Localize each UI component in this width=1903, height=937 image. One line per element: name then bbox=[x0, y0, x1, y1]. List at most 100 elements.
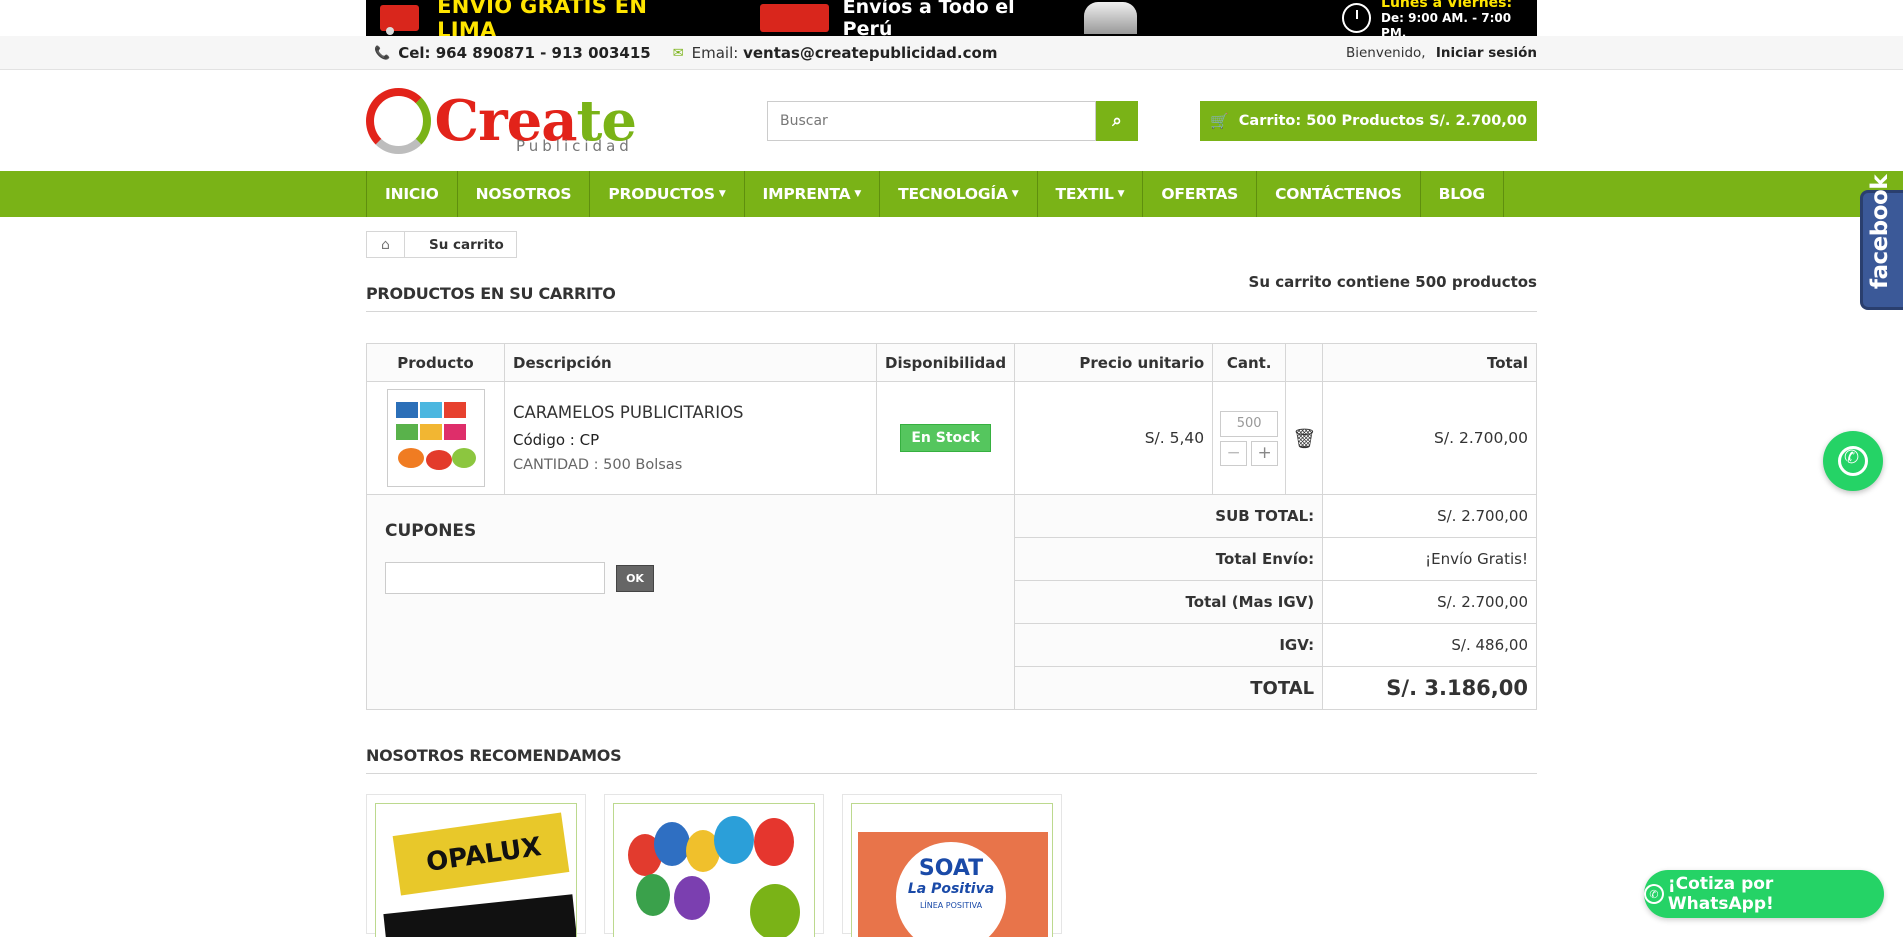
cart-icon: 🛒 bbox=[1210, 111, 1229, 130]
phone-text: Cel: 964 890871 - 913 003415 bbox=[398, 44, 651, 62]
chevron-down-icon: ▼ bbox=[1011, 189, 1019, 199]
total-igv-label: Total (Mas IGV) bbox=[1014, 580, 1324, 624]
nav-label: IMPRENTA bbox=[762, 185, 851, 203]
breadcrumb: ⌂ Su carrito bbox=[366, 231, 517, 258]
cart-table: Producto Descripción Disponibilidad Prec… bbox=[365, 343, 1537, 710]
envelope-icon: ✉ bbox=[672, 45, 684, 61]
product-thumbnail[interactable] bbox=[386, 389, 485, 487]
clock-icon bbox=[1341, 3, 1372, 33]
promo-banner[interactable]: ENVÍO GRATIS EN LIMA Envíos a Todo el Pe… bbox=[366, 0, 1537, 36]
coupon-ok-button[interactable]: OK bbox=[616, 564, 654, 592]
nav-item-ofertas[interactable]: OFERTAS bbox=[1143, 171, 1258, 217]
login-link[interactable]: Iniciar sesión bbox=[1436, 45, 1537, 61]
nav-item-textil[interactable]: TEXTIL ▼ bbox=[1038, 171, 1144, 217]
whatsapp-cta-button[interactable]: ✆ ¡Cotiza por WhatsApp! bbox=[1644, 870, 1884, 918]
schedule-days: Lunes a Viernes: bbox=[1381, 0, 1513, 11]
whatsapp-icon bbox=[1838, 446, 1868, 476]
home-icon[interactable]: ⌂ bbox=[367, 232, 405, 257]
nav-item-tecnologia[interactable]: TECNOLOGÍA ▼ bbox=[880, 171, 1038, 217]
nav-label: TECNOLOGÍA bbox=[898, 185, 1008, 203]
cart-title-row: PRODUCTOS EN SU CARRITO Su carrito conti… bbox=[366, 273, 1537, 312]
availability-cell: En Stock bbox=[875, 381, 1016, 495]
nav-item-productos[interactable]: PRODUCTOS ▼ bbox=[590, 171, 745, 217]
page-title: PRODUCTOS EN SU CARRITO bbox=[366, 284, 616, 303]
courier-image bbox=[1083, 2, 1137, 34]
facebook-tab[interactable]: facebook bbox=[1860, 175, 1903, 310]
igv-label: IGV: bbox=[1014, 623, 1324, 667]
total-value: S/. 3.186,00 bbox=[1322, 666, 1537, 710]
recommend-sub: LÍNEA POSITIVA bbox=[919, 901, 983, 910]
whatsapp-icon: ✆ bbox=[1644, 884, 1664, 904]
nav-item-blog[interactable]: BLOG bbox=[1421, 171, 1504, 217]
nav-label: TEXTIL bbox=[1055, 185, 1114, 203]
site-header: Create Publicidad ⌕ 🛒 Carrito: 500 Produ… bbox=[0, 70, 1903, 171]
nav-label: BLOG bbox=[1438, 185, 1485, 203]
phone-icon: 📞 bbox=[374, 45, 391, 61]
truck-icon bbox=[760, 4, 829, 32]
recommend-item[interactable] bbox=[604, 794, 824, 937]
nav-item-contactenos[interactable]: CONTÁCTENOS bbox=[1257, 171, 1421, 217]
coupon-title: CUPONES bbox=[385, 521, 477, 541]
whatsapp-float-button[interactable] bbox=[1823, 431, 1883, 491]
recommend-image: OPALUX bbox=[375, 803, 577, 937]
increase-qty-button[interactable]: + bbox=[1251, 440, 1279, 466]
coupon-section: CUPONES OK bbox=[365, 494, 1016, 710]
col-total: Total bbox=[1322, 343, 1537, 382]
total-label: TOTAL bbox=[1014, 666, 1324, 710]
nav-item-imprenta[interactable]: IMPRENTA ▼ bbox=[745, 171, 881, 217]
shipping-label: Total Envío: bbox=[1014, 537, 1324, 581]
nav-item-inicio[interactable]: INICIO bbox=[367, 171, 458, 217]
schedule-hours: De: 9:00 AM. - 7:00 PM. bbox=[1381, 10, 1512, 37]
subtotal-value: S/. 2.700,00 bbox=[1322, 494, 1537, 538]
search-button[interactable]: ⌕ bbox=[1096, 100, 1138, 141]
nav-label: NOSOTROS bbox=[475, 185, 572, 203]
main-content: ⌂ Su carrito PRODUCTOS EN SU CARRITO Su … bbox=[365, 217, 1537, 937]
recommend-title: NOSOTROS RECOMENDAMOS bbox=[366, 746, 1537, 774]
product-name[interactable]: CARAMELOS PUBLICITARIOS bbox=[513, 403, 868, 422]
recommend-image: SOAT La Positiva LÍNEA POSITIVA bbox=[851, 803, 1053, 937]
decrease-qty-button[interactable]: − bbox=[1220, 440, 1248, 466]
welcome-text: Bienvenido, bbox=[1345, 45, 1426, 61]
qty-cell: 500 − + bbox=[1212, 381, 1287, 495]
recommend-text: La Positiva bbox=[907, 881, 995, 897]
banner-schedule: Lunes a Viernes: De: 9:00 AM. - 7:00 PM. bbox=[1381, 0, 1537, 36]
email-link[interactable]: ventas@createpublicidad.com bbox=[743, 44, 997, 62]
col-availability: Disponibilidad bbox=[875, 343, 1016, 382]
recommend-image bbox=[613, 803, 815, 937]
cart-count: Su carrito contiene 500 productos bbox=[1248, 273, 1537, 291]
search-form: ⌕ bbox=[767, 100, 1138, 141]
delete-cell: 🗑 bbox=[1285, 381, 1324, 495]
subtotal-label: SUB TOTAL: bbox=[1014, 494, 1324, 538]
col-unit-price: Precio unitario bbox=[1014, 343, 1214, 382]
breadcrumb-current: Su carrito bbox=[429, 236, 504, 253]
banner-shipping-all: Envíos a Todo el Perú bbox=[842, 0, 1015, 36]
coupon-input[interactable] bbox=[385, 562, 605, 594]
quantity-input[interactable]: 500 bbox=[1220, 410, 1279, 437]
trash-icon[interactable]: 🗑 bbox=[1292, 428, 1316, 450]
site-logo[interactable]: Create Publicidad bbox=[366, 85, 637, 157]
nav-label: INICIO bbox=[385, 185, 439, 203]
cart-button[interactable]: 🛒 Carrito: 500 Productos S/. 2.700,00 bbox=[1200, 100, 1537, 141]
description-cell: CARAMELOS PUBLICITARIOS Código : CP CANT… bbox=[504, 381, 877, 495]
shipping-value: ¡Envío Gratis! bbox=[1322, 537, 1537, 581]
logo-ring-icon bbox=[366, 87, 431, 154]
chevron-down-icon: ▼ bbox=[854, 189, 862, 199]
recommend-item[interactable]: SOAT La Positiva LÍNEA POSITIVA bbox=[842, 794, 1062, 937]
nav-item-nosotros[interactable]: NOSOTROS bbox=[458, 171, 591, 217]
product-quantity-text: CANTIDAD : 500 Bolsas bbox=[513, 457, 683, 473]
whatsapp-cta-label: ¡Cotiza por WhatsApp! bbox=[1667, 874, 1774, 914]
search-input[interactable] bbox=[767, 100, 1096, 141]
banner-free-shipping: ENVÍO GRATIS EN LIMA bbox=[437, 0, 648, 36]
product-cell bbox=[366, 381, 505, 495]
facebook-label: facebook bbox=[1867, 174, 1893, 289]
chevron-down-icon: ▼ bbox=[1117, 189, 1125, 199]
total-igv-value: S/. 2.700,00 bbox=[1322, 580, 1537, 624]
summary-row-subtotal: CUPONES OK SUB TOTAL: S/. 2.700,00 bbox=[365, 494, 1537, 710]
table-row: CARAMELOS PUBLICITARIOS Código : CP CANT… bbox=[366, 381, 1537, 495]
nav-label: OFERTAS bbox=[1161, 185, 1239, 203]
cart-header-row: Producto Descripción Disponibilidad Prec… bbox=[366, 343, 1537, 382]
nav-label: PRODUCTOS bbox=[608, 185, 715, 203]
igv-value: S/. 486,00 bbox=[1322, 623, 1537, 667]
col-delete bbox=[1285, 343, 1324, 382]
recommend-item[interactable]: OPALUX bbox=[366, 794, 586, 937]
